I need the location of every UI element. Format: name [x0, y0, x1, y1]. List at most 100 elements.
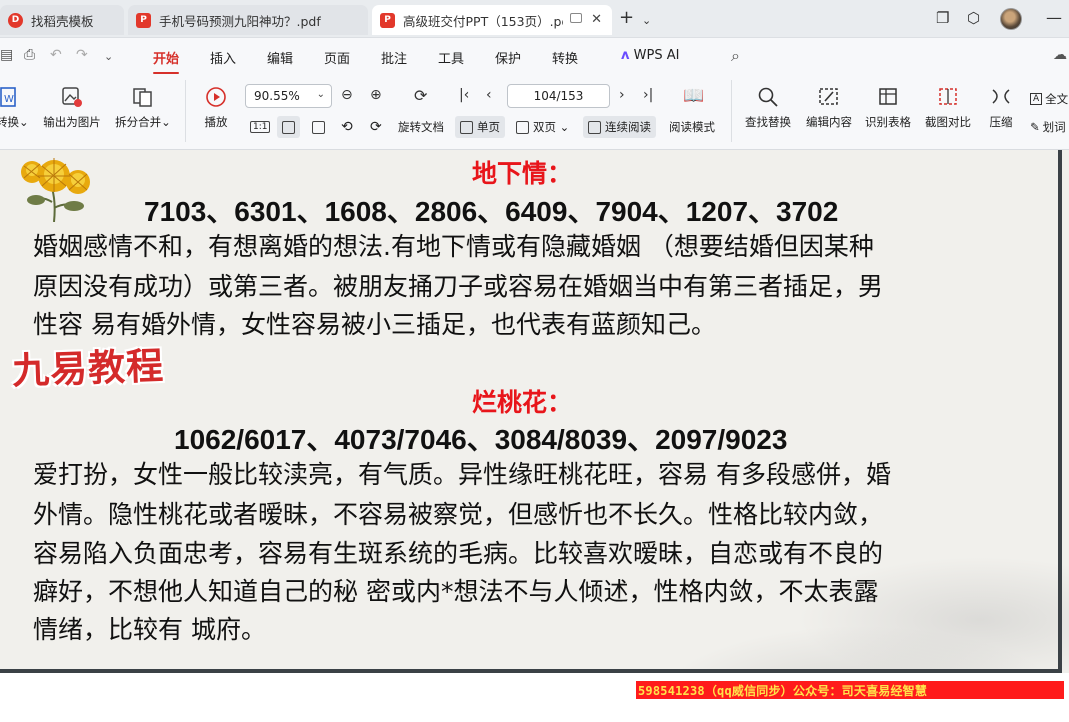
rotate-left-icon: ⟲	[341, 119, 353, 135]
avatar[interactable]	[1000, 8, 1022, 30]
compress-button[interactable]: 压缩	[986, 86, 1016, 130]
tab-title: 高级班交付PPT（153页）.pdf	[403, 13, 563, 29]
separator	[731, 80, 732, 142]
fit-width-icon	[312, 120, 325, 134]
fit-page-button[interactable]	[277, 116, 300, 138]
double-page-icon	[516, 120, 529, 134]
next-page-icon[interactable]: ›	[619, 87, 625, 103]
menu-edit[interactable]: 编辑	[267, 48, 293, 67]
full-text-icon: A	[1030, 93, 1043, 105]
redo-icon[interactable]: ↷	[76, 47, 88, 63]
find-replace-button[interactable]: 查找替换	[742, 86, 794, 130]
split-merge-icon	[133, 88, 152, 107]
wps-ai-icon: ᴧ	[621, 48, 630, 63]
recognize-table-button[interactable]: 识别表格	[862, 86, 914, 130]
rotate-right-button[interactable]: ⟳	[370, 116, 382, 138]
menu-protect[interactable]: 保护	[495, 48, 521, 67]
chevron-down-icon[interactable]: ⌄	[104, 50, 113, 63]
rotate-right-icon: ⟳	[370, 119, 382, 135]
edit-content-button[interactable]: 编辑内容	[803, 86, 855, 130]
menu-insert[interactable]: 插入	[210, 48, 236, 67]
tab-docer-templates[interactable]: D 找稻壳模板	[0, 5, 124, 35]
export-image-icon	[62, 87, 82, 107]
book-icon[interactable]: 📖	[683, 86, 704, 106]
tab-title: 手机号码预测九阳神功？.pdf	[159, 13, 321, 29]
contact-banner: 598541238（qq威信同步）公众号：司天喜易经智慧	[636, 681, 1064, 699]
split-merge-button[interactable]: 拆分合并⌄	[113, 86, 173, 130]
zoom-out-icon[interactable]: ⊖	[341, 87, 353, 103]
fit-width-button[interactable]	[312, 116, 329, 138]
menu-page[interactable]: 页面	[324, 48, 350, 67]
export-image-button[interactable]: 输出为图片	[41, 86, 103, 130]
cloud-upload-icon[interactable]: ☁	[1053, 47, 1067, 63]
tab-bar: D 找稻壳模板 P 手机号码预测九阳神功？.pdf P 高级班交付PPT（153…	[0, 0, 1069, 38]
menu-tools[interactable]: 工具	[438, 48, 464, 67]
print-icon[interactable]: ⎙	[24, 47, 35, 63]
edit-content-icon	[819, 88, 838, 105]
table-icon	[879, 88, 897, 105]
section-heading-bad-romance: 烂桃花：	[472, 388, 573, 417]
read-mode-button[interactable]: 阅读模式	[669, 116, 715, 138]
prev-page-icon[interactable]: ‹	[486, 87, 492, 103]
menu-row: ▤ ⎙ ↶ ↷ ⌄ 开始 插入 编辑 页面 批注 工具 保护 转换 ᴧ WPS …	[0, 38, 1069, 74]
continuous-read-button[interactable]: 连续阅读	[583, 116, 656, 138]
pdf-icon: P	[136, 12, 151, 28]
close-tab-icon[interactable]: ✕	[591, 12, 602, 27]
chrysanthemum-illustration	[21, 158, 90, 222]
section-heading-affair: 地下情：	[472, 159, 573, 188]
chevron-down-icon: ⌄	[316, 89, 325, 100]
fit-page-icon	[282, 120, 295, 134]
rotate-doc-icon[interactable]: ⟳	[414, 86, 427, 105]
play-button[interactable]: 播放	[201, 86, 231, 130]
full-text-button[interactable]: A 全文	[1030, 88, 1068, 110]
number-list-affair: 7103、6301、1608、2806、6409、7904、1207、3702	[144, 196, 839, 227]
fit-1-1-button[interactable]: 1:1	[250, 116, 271, 138]
cube-icon[interactable]: ⬡	[967, 9, 980, 27]
rotate-doc-button[interactable]: 旋转文档	[398, 116, 444, 138]
undo-icon[interactable]: ↶	[50, 47, 62, 63]
page-number-input[interactable]: 104/153	[507, 84, 610, 108]
minimize-icon[interactable]: —	[1046, 9, 1062, 27]
separator	[185, 80, 186, 142]
tab-advanced-class-pdf[interactable]: P 高级班交付PPT（153页）.pdf ✕	[372, 5, 612, 35]
menu-icon[interactable]: ▤	[0, 47, 13, 63]
menu-convert[interactable]: 转换	[552, 48, 578, 67]
new-tab-icon[interactable]: +	[619, 9, 634, 27]
last-page-icon[interactable]: ›|	[643, 87, 653, 103]
document-view[interactable]: 地下情： 7103、6301、1608、2806、6409、7904、1207、…	[0, 150, 1069, 722]
single-page-icon	[460, 120, 473, 134]
convert-button[interactable]: W 转换⌄	[0, 86, 29, 130]
ribbon-toolbar: W 转换⌄ 输出为图片 拆分合并⌄ 播放 90.55% ⌄ ⊖ ⊕ ⟳ |‹ ‹…	[0, 74, 1069, 150]
watermark-text: 九易教程	[11, 344, 165, 393]
paragraph-line: 容易陷入负面忠考，容易有生斑系统的毛病。比较喜欢暧昧，自恋或有不良的	[33, 539, 884, 568]
window-mini-icon[interactable]	[570, 13, 582, 23]
screenshot-compare-icon	[939, 88, 957, 105]
zoom-in-icon[interactable]: ⊕	[370, 87, 382, 103]
zoom-select[interactable]: 90.55% ⌄	[245, 84, 332, 108]
first-page-icon[interactable]: |‹	[459, 87, 469, 103]
pdf-icon: P	[380, 12, 395, 28]
highlight-icon: ✎	[1030, 120, 1040, 134]
chevron-down-icon[interactable]: ⌄	[642, 12, 651, 30]
window-restore-icon[interactable]: ❐	[936, 9, 949, 27]
tab-phone-prediction-pdf[interactable]: P 手机号码预测九阳神功？.pdf	[128, 5, 368, 35]
paragraph-line: 婚姻感情不和，有想离婚的想法.有地下情或有隐藏婚姻 （想要结婚但因某种	[33, 232, 874, 261]
play-icon	[206, 87, 226, 107]
paragraph-line: 外情。隐性桃花或者暧昧，不容易被察觉，但感忻也不长久。性格比较内敛，	[33, 500, 884, 529]
continuous-read-icon	[588, 120, 601, 134]
rotate-left-button[interactable]: ⟲	[341, 116, 353, 138]
wps-ai-label: WPS AI	[633, 48, 680, 63]
menu-annotate[interactable]: 批注	[381, 48, 407, 67]
page-border-right	[1058, 150, 1062, 672]
compress-icon	[992, 89, 1010, 104]
wps-ai-menu[interactable]: ᴧ WPS AI	[621, 48, 679, 63]
menu-start[interactable]: 开始	[153, 48, 180, 74]
double-page-button[interactable]: 双页 ⌄	[516, 116, 569, 138]
convert-icon: W	[0, 87, 16, 107]
number-list-bad-romance: 1062/6017、4073/7046、3084/8039、2097/9023	[174, 424, 788, 455]
paragraph-line: 癖好，不想他人知道自己的秘 密或内*想法不与人倾述，性格内敛，不太表露	[33, 577, 879, 606]
screenshot-compare-button[interactable]: 截图对比	[922, 86, 974, 130]
highlight-words-button[interactable]: ✎ 划词	[1030, 116, 1066, 138]
single-page-button[interactable]: 单页	[455, 116, 505, 138]
search-icon[interactable]: ⌕	[731, 46, 740, 66]
